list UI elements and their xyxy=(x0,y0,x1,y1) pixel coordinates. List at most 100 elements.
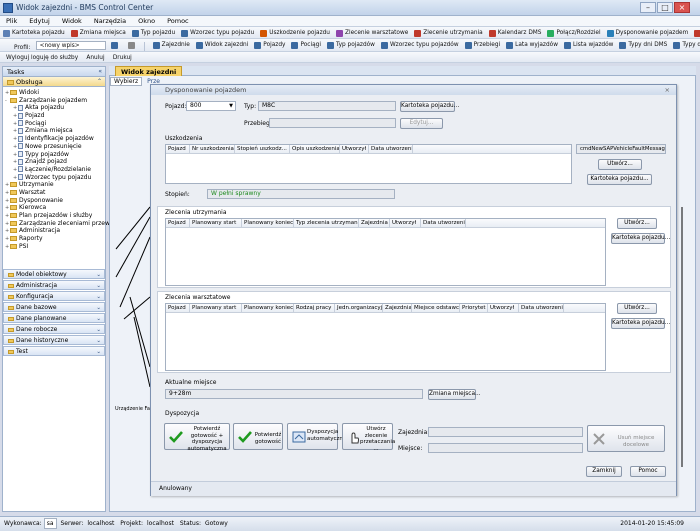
minimize-button[interactable]: – xyxy=(640,2,656,13)
toolbar-button[interactable]: Typ pojazdu xyxy=(129,27,178,38)
tree-item[interactable]: + Kierowca xyxy=(5,204,105,212)
menu-narzedzia[interactable]: Narzędzia xyxy=(88,16,132,27)
column-header[interactable]: Pojazd xyxy=(166,219,190,227)
tree-item[interactable]: + Pojazd xyxy=(5,112,105,120)
zmiana-miejsca-button[interactable]: Zmiana miejsca... xyxy=(428,389,481,400)
tree-item[interactable]: + Dysponowanie xyxy=(5,197,105,205)
kartoteka-pojazdu-button[interactable]: Kartoteka pojazdu... xyxy=(400,101,459,112)
zlecenia-warsztatowe-grid[interactable]: Pojazd Planowany start Planowany koniec Rod… xyxy=(165,303,606,371)
tree-item[interactable]: + Nowe przesunięcie xyxy=(5,143,105,151)
nav-toolbar-button[interactable]: Typ pojazdów xyxy=(324,39,378,51)
confirm-ready-button[interactable]: Potwierdź gotowość xyxy=(233,423,283,450)
tree-item[interactable]: + Zmiana miejsca xyxy=(5,127,105,135)
column-header[interactable]: Miejsce odstawcze xyxy=(412,304,460,312)
edytuj-button[interactable]: Edytuj... xyxy=(400,118,443,129)
tree-item[interactable]: + Pociągi xyxy=(5,120,105,128)
confirm-auto-dispatch-button[interactable]: Potwierdź gotowość + dyspozycja automaty… xyxy=(164,423,230,452)
section-header[interactable]: Model obiektowy ⌄ xyxy=(3,269,105,279)
column-header[interactable]: Data utworzenia xyxy=(421,219,466,227)
column-header[interactable]: Planowany start xyxy=(190,219,242,227)
nav-toolbar-button[interactable]: Pociągi xyxy=(288,39,323,51)
tree-item[interactable]: + Zarządzanie zleceniami przew xyxy=(5,220,110,228)
tree-item[interactable]: + Łączenie/Rozdzielanie xyxy=(5,166,105,174)
zlecenia-utrzymania-grid[interactable]: Pojazd Planowany start Planowany koniec Typ… xyxy=(165,218,606,286)
menu-okno[interactable]: Okno xyxy=(132,16,161,27)
remove-destination-button[interactable]: Usuń miejsce docelowe xyxy=(587,425,665,452)
column-header[interactable]: Data utworzenia xyxy=(369,145,413,153)
auto-dispatch-button[interactable]: Dyspozycja automatyczna xyxy=(287,423,346,450)
tree-item[interactable]: + Raporty xyxy=(5,235,105,243)
column-header[interactable]: Planowany start xyxy=(190,304,242,312)
tree-item[interactable]: + Widoki xyxy=(5,89,105,97)
tree-item[interactable]: + Plan przejazdów i służby xyxy=(5,212,105,220)
section-header[interactable]: Dane bazowe ⌄ xyxy=(3,302,105,312)
column-header[interactable]: Rodzaj pracy xyxy=(294,304,335,312)
column-header[interactable]: Pojazd xyxy=(166,304,190,312)
toolbar-button[interactable]: Wzorzec typu pojazdu xyxy=(178,27,257,38)
obsluga-header[interactable]: Obsługa ⌃ xyxy=(3,77,105,87)
toolbar-button[interactable]: Zlecenie warsztatowe xyxy=(333,27,411,38)
menu-plik[interactable]: Plik xyxy=(0,16,23,27)
tree-item[interactable]: + Typy pojazdów xyxy=(5,151,105,159)
section-header[interactable]: Dane historyczne ⌄ xyxy=(3,335,105,345)
tree-item[interactable]: + Znajdź pojazd xyxy=(5,158,105,166)
column-header[interactable]: Pojazd xyxy=(166,145,190,153)
column-header[interactable]: Data utworzenia xyxy=(519,304,564,312)
column-header[interactable]: Planowany koniec xyxy=(242,304,294,312)
nav-toolbar-button[interactable]: Pojazdy xyxy=(251,39,288,51)
tree-item[interactable]: + Identyfikacje pojazdów xyxy=(5,135,105,143)
tree-item[interactable]: + Administracja xyxy=(5,227,105,235)
section-header[interactable]: Dane robocze ⌄ xyxy=(3,324,105,334)
column-header[interactable]: Opis uszkodzenia xyxy=(290,145,340,153)
column-header[interactable]: Priorytet xyxy=(460,304,488,312)
dialog-close-icon[interactable]: × xyxy=(665,85,670,95)
column-header[interactable]: Nr uszkodzenia xyxy=(190,145,235,153)
toolbar-button[interactable]: Zlecenie utrzymania xyxy=(411,27,485,38)
tree-item[interactable]: + Warsztat xyxy=(5,189,105,197)
column-header[interactable]: Utworzył xyxy=(390,219,421,227)
delete-icon[interactable] xyxy=(125,39,140,51)
section-header[interactable]: Dane planowane ⌄ xyxy=(3,313,105,323)
tree-item[interactable]: + Wzorzec typu pojazdu xyxy=(5,174,105,182)
nav-toolbar-button[interactable]: Przebiegi xyxy=(462,39,504,51)
toolbar-button[interactable]: Zmiana miejsca xyxy=(68,27,129,38)
toolbar-button[interactable]: Kalendarz DMS xyxy=(486,27,545,38)
zamknij-button[interactable]: Zamknij xyxy=(586,466,622,477)
toolbar-button[interactable]: Uszkodzenie pojazdu xyxy=(257,27,333,38)
tree-item[interactable]: + Akta pojazdu xyxy=(5,104,105,112)
close-button[interactable]: × xyxy=(674,2,690,13)
column-header[interactable]: Utworzył xyxy=(340,145,369,153)
nav-toolbar-button[interactable]: Typy dni roboczych DMS xyxy=(670,39,700,51)
tree-item[interactable]: + Utrzymanie xyxy=(5,181,105,189)
column-header[interactable]: Jedn.organizacyjna xyxy=(335,304,383,312)
utrzymania-kartoteka-button[interactable]: Kartoteka pojazdu... xyxy=(611,233,670,244)
nav-toolbar-button[interactable]: Lista wjazdów xyxy=(561,39,616,51)
print-button[interactable]: Drukuj xyxy=(110,52,135,62)
nav-toolbar-button[interactable]: Zajezdnie xyxy=(150,39,193,51)
utrzymania-utworz-button[interactable]: Utwórz... xyxy=(617,218,657,229)
column-header[interactable]: Utworzył xyxy=(488,304,519,312)
tab-widok-zajezdni[interactable]: Widok zajezdni xyxy=(115,66,183,76)
cancel-session-button[interactable]: Anuluj xyxy=(83,52,107,62)
toolbar-button[interactable]: Kartoteka pojazdu xyxy=(0,27,68,38)
maximize-button[interactable]: □ xyxy=(657,2,673,13)
section-header[interactable]: Konfiguracja ⌄ xyxy=(3,291,105,301)
warsztatowe-kartoteka-button[interactable]: Kartoteka pojazdu... xyxy=(611,318,670,329)
nav-toolbar-button[interactable]: Lata wyjazdów xyxy=(503,39,561,51)
create-shunting-order-button[interactable]: Utwórz zlecenie przetaczania ... xyxy=(342,423,395,452)
section-header[interactable]: Administracja ⌄ xyxy=(3,280,105,290)
menu-edytuj[interactable]: Edytuj xyxy=(23,16,56,27)
pomoc-button[interactable]: Pomoc xyxy=(630,466,666,477)
menu-pomoc[interactable]: Pomoc xyxy=(161,16,195,27)
pojazd-select[interactable]: 800 ▼ xyxy=(186,101,236,111)
column-header[interactable]: Typ zlecenia utrzymania xyxy=(294,219,359,227)
toolbar-button[interactable]: Połącz/Rozdziel xyxy=(544,27,603,38)
column-header[interactable]: Zajezdnia xyxy=(383,304,412,312)
uszkodzenia-grid[interactable]: Pojazd Nr uszkodzenia Stopień uszkodz... Op… xyxy=(165,144,572,184)
column-header[interactable]: Zajezdnia xyxy=(359,219,390,227)
toolbar-button[interactable]: Kurs specjalny xyxy=(691,27,700,38)
collapse-icon[interactable]: « xyxy=(98,67,102,77)
profile-select[interactable]: <nowy wpis> xyxy=(35,41,106,50)
tree-item[interactable]: - Zarządzanie pojazdem xyxy=(5,97,105,105)
subtab-wybierz[interactable]: Wybierz xyxy=(110,77,143,86)
